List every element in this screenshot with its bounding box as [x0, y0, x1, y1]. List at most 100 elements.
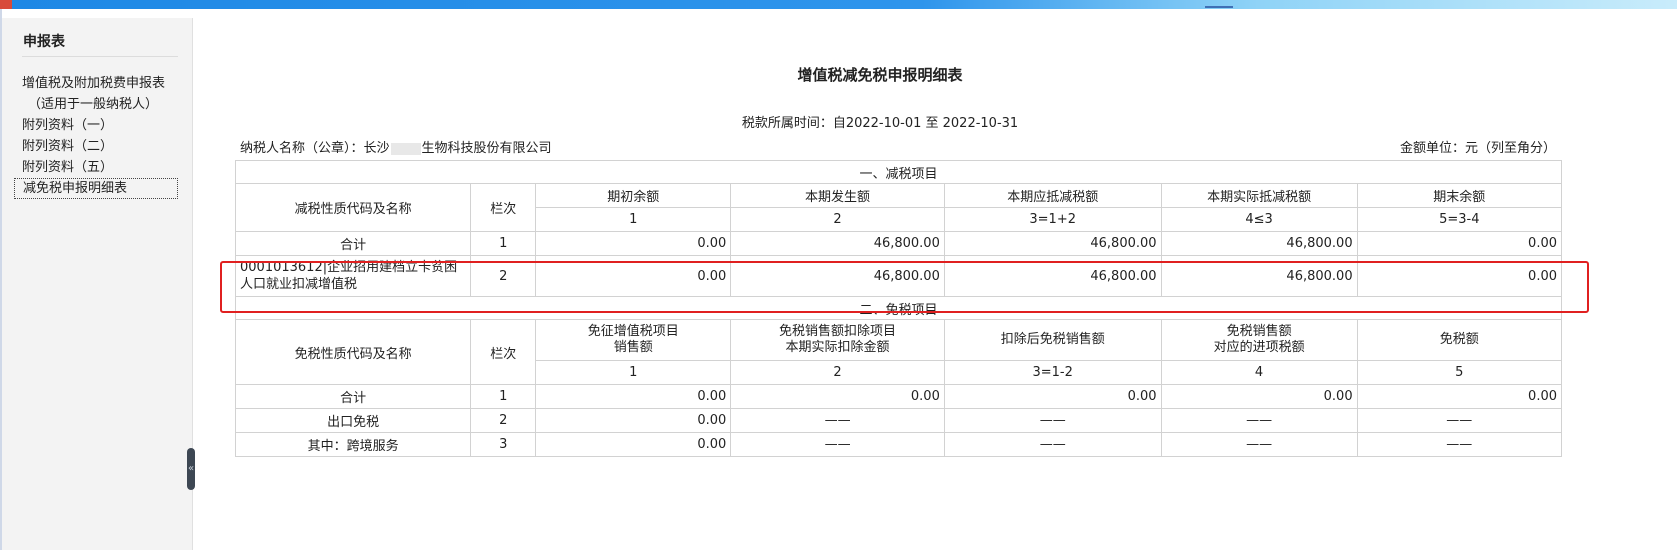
- exemption-col-header: 扣除后免税销售额: [943, 319, 1162, 361]
- reduction-col-code: 3=1+2: [943, 207, 1162, 232]
- sidebar-item-schedule-1[interactable]: 附列资料（一）: [22, 115, 182, 136]
- header-line-2: 本期实际扣除金额: [785, 340, 890, 355]
- cell-value[interactable]: 0.00: [535, 231, 732, 256]
- reduction-col-header: 本期发生额: [730, 183, 945, 208]
- exemption-section-row: 二、免税项目: [235, 296, 1562, 320]
- cell-value[interactable]: 0.00: [535, 432, 732, 457]
- reduction-col-code: 4≤3: [1160, 207, 1358, 232]
- taxpayer-name: 纳税人名称（公章）：长沙 生物科技股份有限公司: [240, 137, 552, 156]
- cell-value[interactable]: 0.00: [535, 255, 732, 297]
- row-line: 3: [470, 432, 537, 457]
- window-top-bar: [0, 0, 1677, 9]
- cell-value[interactable]: 46,800.00: [730, 255, 945, 297]
- cell-value[interactable]: 46,800.00: [1160, 255, 1358, 297]
- exemption-col-code: 4: [1160, 360, 1358, 385]
- cell-dash: ——: [943, 408, 1162, 433]
- exemption-line-header: 栏次: [470, 319, 537, 385]
- cell-dash: ——: [730, 432, 945, 457]
- reduction-col-header: 本期应抵减税额: [943, 183, 1162, 208]
- cell-dash: ——: [1356, 432, 1563, 457]
- reduction-item-row: 0001013612|企业招用建档立卡贫困人口就业扣减增值税 2 0.00 46…: [234, 255, 1563, 297]
- cell-value[interactable]: 46,800.00: [1160, 231, 1358, 256]
- sidebar-item-label: 增值税及附加税费申报表: [22, 76, 166, 91]
- cell-value[interactable]: 0.00: [730, 384, 945, 409]
- header-line-1: 免税销售额扣除项目: [779, 324, 897, 339]
- amount-unit: 金额单位：元（列至角分）: [1399, 141, 1556, 156]
- cell-dash: ——: [1356, 408, 1563, 433]
- cell-dash: ——: [943, 432, 1162, 457]
- top-bar-marker: [1205, 6, 1233, 8]
- row-name: 合计: [234, 384, 472, 409]
- row-line: 2: [470, 255, 537, 297]
- reduction-name-header: 减税性质代码及名称: [234, 183, 472, 232]
- exemption-col-header: 免税销售额扣除项目 本期实际扣除金额: [730, 319, 945, 361]
- row-line: 1: [470, 384, 537, 409]
- sidebar-collapse-icon[interactable]: «: [187, 448, 195, 490]
- exemption-total-row: 合计 1 0.00 0.00 0.00 0.00 0.00: [234, 384, 1563, 409]
- reduction-item-name[interactable]: 0001013612|企业招用建档立卡贫困人口就业扣减增值税: [234, 255, 472, 297]
- reduction-col-header: 期末余额: [1356, 183, 1563, 208]
- exemption-col-code: 2: [730, 360, 945, 385]
- tax-period: 税款所属时间：自2022-10-01 至 2022-10-31: [741, 116, 1019, 131]
- header-line-1: 免税销售额: [1226, 324, 1292, 339]
- exemption-crossborder-row: 其中：跨境服务 3 0.00 —— —— —— ——: [234, 432, 1563, 457]
- reduction-col-header: 期初余额: [535, 183, 732, 208]
- exemption-detail-table: 一、减税项目 减税性质代码及名称 栏次 期初余额 本期发生额 本期应抵减税额 本…: [234, 160, 1563, 457]
- app-logo-icon: [0, 0, 12, 9]
- sidebar-menu: 增值税及附加税费申报表 （适用于一般纳税人） 附列资料（一） 附列资料（二） 附…: [14, 73, 182, 199]
- cell-value[interactable]: 0.00: [535, 408, 732, 433]
- cell-value[interactable]: 46,800.00: [730, 231, 945, 256]
- reduction-section-row: 一、减税项目: [235, 160, 1562, 184]
- exemption-col-code: 1: [535, 360, 732, 385]
- sidebar-item-sublabel: （适用于一般纳税人）: [28, 97, 159, 112]
- reduction-col-header: 本期实际抵减税额: [1160, 183, 1358, 208]
- exemption-header-row: 免税性质代码及名称 栏次 免征增值税项目 销售额 免税销售额扣除项目 本期实际扣除金…: [234, 319, 1563, 385]
- row-line: 2: [470, 408, 537, 433]
- cell-value[interactable]: 0.00: [1356, 231, 1563, 256]
- cell-value[interactable]: 0.00: [1356, 384, 1563, 409]
- sidebar-divider: [22, 56, 178, 57]
- sidebar-item-schedule-2[interactable]: 附列资料（二）: [22, 136, 182, 157]
- taxpayer-name-start: 长沙: [363, 141, 390, 156]
- exemption-name-header: 免税性质代码及名称: [234, 319, 472, 385]
- row-name: 出口免税: [234, 408, 472, 433]
- cell-dash: ——: [1160, 408, 1358, 433]
- exemption-col-header: 免税额: [1356, 319, 1563, 361]
- header-line-1: 免征增值税项目: [587, 324, 679, 339]
- row-line: 1: [470, 231, 537, 256]
- exemption-col-code: 5: [1356, 360, 1563, 385]
- taxpayer-label: 纳税人名称（公章）：: [240, 141, 364, 156]
- cell-value[interactable]: 0.00: [1160, 384, 1358, 409]
- sidebar-item-exemption-detail[interactable]: 减免税申报明细表: [14, 178, 178, 199]
- reduction-header-row: 减税性质代码及名称 栏次 期初余额 本期发生额 本期应抵减税额 本期实际抵减税额…: [234, 183, 1563, 232]
- exemption-export-row: 出口免税 2 0.00 —— —— —— ——: [234, 408, 1563, 433]
- exemption-col-header: 免税销售额 对应的进项税额: [1160, 319, 1358, 361]
- sidebar-title: 申报表: [23, 34, 65, 50]
- cell-dash: ——: [730, 408, 945, 433]
- header-line-2: 销售额: [613, 340, 653, 355]
- cell-value[interactable]: 0.00: [1356, 255, 1563, 297]
- row-name: 合计: [234, 231, 472, 256]
- taxpayer-name-end: 生物科技股份有限公司: [421, 141, 552, 156]
- cell-value[interactable]: 0.00: [535, 384, 732, 409]
- exemption-section-title: 二、免税项目: [235, 296, 1562, 320]
- cell-value[interactable]: 46,800.00: [943, 231, 1162, 256]
- reduction-line-header: 栏次: [470, 183, 537, 232]
- exemption-col-header: 免征增值税项目 销售额: [535, 319, 732, 361]
- exemption-col-code: 3=1-2: [943, 360, 1162, 385]
- reduction-col-code: 5=3-4: [1356, 207, 1563, 232]
- reduction-col-code: 2: [730, 207, 945, 232]
- cell-dash: ——: [1160, 432, 1358, 457]
- sidebar-item-schedule-5[interactable]: 附列资料（五）: [22, 157, 182, 178]
- row-name: 其中：跨境服务: [234, 432, 472, 457]
- cell-value[interactable]: 0.00: [943, 384, 1162, 409]
- sidebar: 申报表 增值税及附加税费申报表 （适用于一般纳税人） 附列资料（一） 附列资料（…: [2, 18, 193, 550]
- reduction-section-title: 一、减税项目: [235, 160, 1562, 184]
- cell-value[interactable]: 46,800.00: [943, 255, 1162, 297]
- report-title: 增值税减免税申报明细表: [797, 66, 963, 84]
- sidebar-item-vat-return[interactable]: 增值税及附加税费申报表 （适用于一般纳税人）: [22, 73, 182, 115]
- reduction-total-row: 合计 1 0.00 46,800.00 46,800.00 46,800.00 …: [234, 231, 1563, 256]
- reduction-col-code: 1: [535, 207, 732, 232]
- header-line-2: 对应的进项税额: [1213, 340, 1305, 355]
- redacted-mark: [390, 142, 421, 155]
